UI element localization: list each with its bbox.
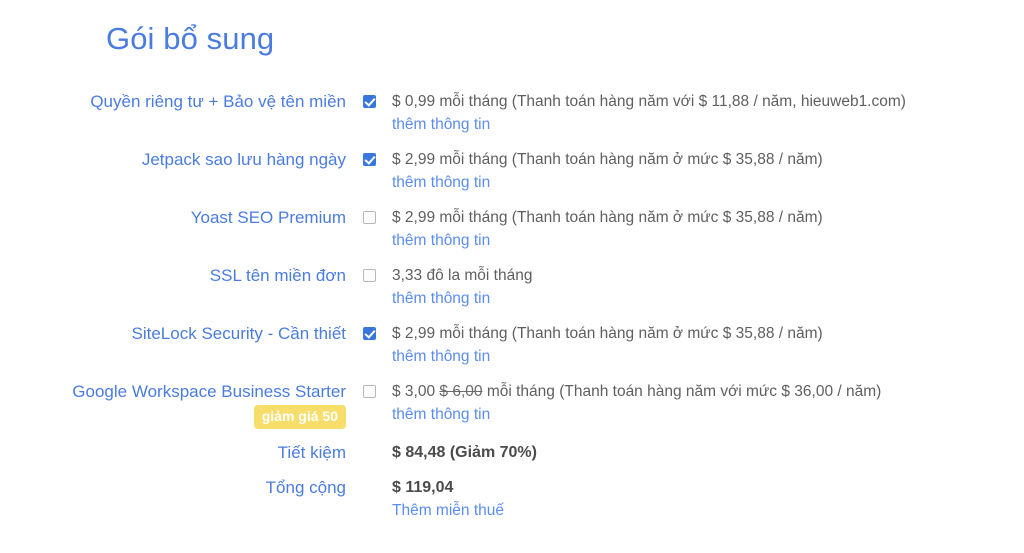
addon-checkbox-cell[interactable] [346, 206, 392, 252]
addon-detail: $ 2,99 mỗi tháng (Thanh toán hàng năm ở … [392, 206, 1024, 252]
total-spacer [346, 476, 392, 523]
row-spacer [0, 310, 1024, 322]
addon-label: SSL tên miền đơn [209, 266, 346, 285]
addon-row: Jetpack sao lưu hàng ngày $ 2,99 mỗi thá… [0, 148, 1024, 194]
total-value-cell: $ 119,04 Thêm miễn thuế [392, 476, 1024, 523]
addon-row: Google Workspace Business Starter giảm g… [0, 380, 1024, 429]
more-info-link[interactable]: thêm thông tin [392, 113, 490, 136]
savings-value: $ 84,48 (Giảm 70%) [392, 444, 537, 461]
addon-price-text: $ 2,99 mỗi tháng (Thanh toán hàng năm ở … [392, 325, 823, 342]
addon-label: SiteLock Security - Cần thiết [131, 324, 346, 343]
row-spacer [0, 136, 1024, 148]
savings-row: Tiết kiệm $ 84,48 (Giảm 70%) [0, 441, 1024, 464]
addon-checkbox-cell[interactable] [346, 264, 392, 310]
page-title: Gói bổ sung [106, 21, 275, 56]
more-info-link[interactable]: thêm thông tin [392, 229, 490, 252]
addon-label: Yoast SEO Premium [190, 208, 346, 227]
total-label: Tổng cộng [265, 478, 346, 497]
addon-price-text: $ 3,00 $ 6,00 mỗi tháng (Thanh toán hàng… [392, 380, 1024, 403]
more-info-link[interactable]: thêm thông tin [392, 403, 490, 426]
addon-price-terms: mỗi tháng (Thanh toán hàng năm với mức $… [486, 383, 882, 400]
addon-price-text: $ 2,99 mỗi tháng (Thanh toán hàng năm ở … [392, 209, 823, 226]
addon-row: Yoast SEO Premium $ 2,99 mỗi tháng (Than… [0, 206, 1024, 252]
addon-checkbox-cell[interactable] [346, 380, 392, 429]
checkbox-checked-icon[interactable] [362, 153, 376, 166]
addon-checkbox-cell[interactable] [346, 322, 392, 368]
addon-detail: $ 0,99 mỗi tháng (Thanh toán hàng năm vớ… [392, 90, 1024, 136]
addon-row: SiteLock Security - Cần thiết $ 2,99 mỗi… [0, 322, 1024, 368]
row-spacer [0, 464, 1024, 476]
add-tax-exempt-link[interactable]: Thêm miễn thuế [392, 499, 504, 523]
savings-spacer [346, 441, 392, 464]
row-spacer [0, 368, 1024, 380]
addon-list-table: Quyền riêng tư + Bảo vệ tên miền $ 0,99 … [0, 90, 1024, 523]
checkbox-unchecked-icon[interactable] [362, 211, 376, 224]
row-spacer [0, 252, 1024, 264]
addon-checkbox-cell[interactable] [346, 90, 392, 136]
addon-label-cell: Google Workspace Business Starter giảm g… [0, 380, 346, 429]
row-spacer [0, 194, 1024, 206]
total-value: $ 119,04 [392, 479, 454, 496]
more-info-link[interactable]: thêm thông tin [392, 287, 490, 310]
addon-detail: $ 2,99 mỗi tháng (Thanh toán hàng năm ở … [392, 148, 1024, 194]
addon-detail: 3,33 đô la mỗi tháng thêm thông tin [392, 264, 1024, 310]
savings-label: Tiết kiệm [277, 443, 346, 462]
total-row: Tổng cộng $ 119,04 Thêm miễn thuế [0, 476, 1024, 523]
more-info-link[interactable]: thêm thông tin [392, 171, 490, 194]
addon-price-text: 3,33 đô la mỗi tháng [392, 267, 533, 284]
addon-label: Google Workspace Business Starter [72, 382, 346, 401]
checkbox-checked-icon[interactable] [362, 95, 376, 108]
checkbox-unchecked-icon[interactable] [362, 385, 376, 398]
row-spacer [0, 429, 1024, 441]
addon-detail: $ 3,00 $ 6,00 mỗi tháng (Thanh toán hàng… [392, 380, 1024, 429]
addon-price-original: $ 6,00 [439, 383, 483, 400]
discount-badge: giảm giá 50 [253, 405, 346, 429]
addon-label: Quyền riêng tư + Bảo vệ tên miền [90, 92, 346, 111]
addon-row: SSL tên miền đơn 3,33 đô la mỗi tháng th… [0, 264, 1024, 310]
addon-detail: $ 2,99 mỗi tháng (Thanh toán hàng năm ở … [392, 322, 1024, 368]
checkbox-unchecked-icon[interactable] [362, 269, 376, 282]
addon-price-text: $ 2,99 mỗi tháng (Thanh toán hàng năm ở … [392, 151, 823, 168]
addon-checkbox-cell[interactable] [346, 148, 392, 194]
addon-price-text: $ 0,99 mỗi tháng (Thanh toán hàng năm vớ… [392, 93, 906, 110]
addon-row: Quyền riêng tư + Bảo vệ tên miền $ 0,99 … [0, 90, 1024, 136]
checkbox-checked-icon[interactable] [362, 327, 376, 340]
more-info-link[interactable]: thêm thông tin [392, 345, 490, 368]
addon-price-current: $ 3,00 [392, 383, 436, 400]
savings-value-cell: $ 84,48 (Giảm 70%) [392, 441, 1024, 464]
addon-label: Jetpack sao lưu hàng ngày [141, 150, 346, 169]
